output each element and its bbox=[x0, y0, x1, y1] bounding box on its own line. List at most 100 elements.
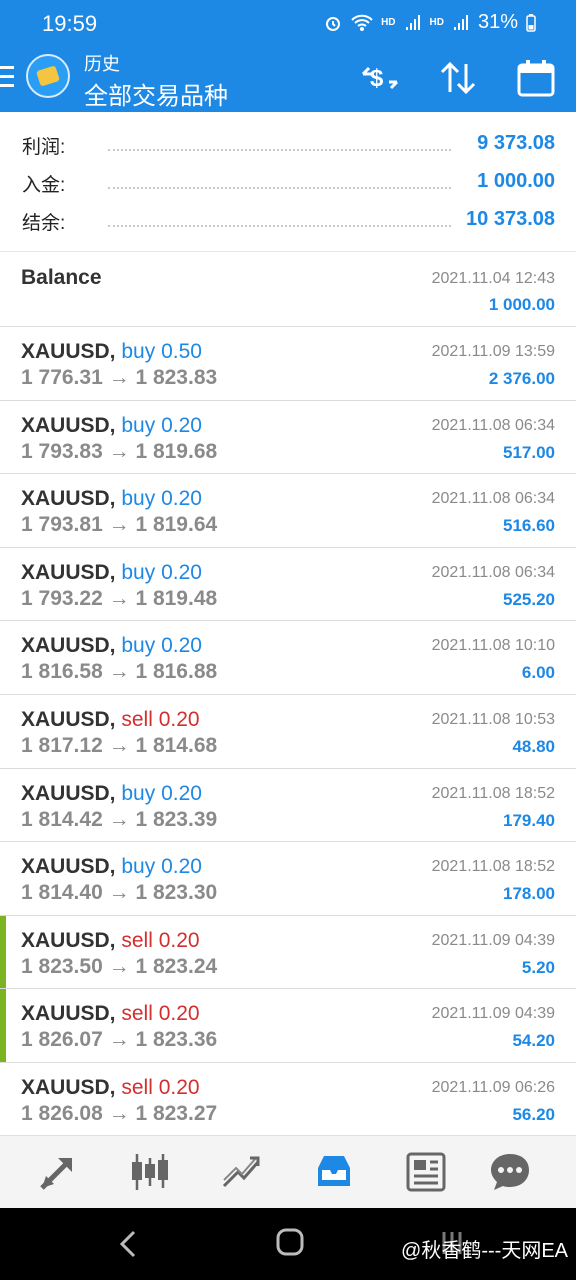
deal-prices: 1 793.81 → 1 819.64 bbox=[21, 513, 217, 537]
deal-symbol: XAUUSD, bbox=[21, 560, 116, 584]
home-icon[interactable] bbox=[274, 1226, 306, 1258]
signal-icon-1 bbox=[405, 14, 420, 30]
deal-symbol-line: XAUUSD, sell 0.20 bbox=[21, 708, 200, 732]
deal-volume: 0.20 bbox=[161, 413, 202, 437]
history-list: Balance 2021.11.04 12:43 1 000.00 XAUUSD… bbox=[0, 252, 576, 1137]
app-bar: 历史 全部交易品种 $ bbox=[0, 48, 576, 112]
deal-close-price: 1 823.39 bbox=[135, 807, 218, 831]
deal-prices: 1 814.42 → 1 823.39 bbox=[21, 808, 217, 832]
deal-type: sell bbox=[121, 1075, 153, 1099]
deal-close-price: 1 816.88 bbox=[135, 660, 218, 684]
deal-date: 2021.11.08 06:34 bbox=[431, 490, 555, 508]
deal-row[interactable]: XAUUSD, buy 0.20 1 816.58 → 1 816.88 2021.… bbox=[0, 621, 576, 695]
deal-close-price: 1 823.30 bbox=[135, 881, 218, 905]
row-accent-marker bbox=[0, 989, 6, 1062]
deal-date: 2021.11.09 04:39 bbox=[431, 1005, 555, 1023]
deal-prices: 1 793.22 → 1 819.48 bbox=[21, 587, 217, 611]
history-icon[interactable] bbox=[312, 1150, 356, 1194]
deal-row[interactable]: XAUUSD, buy 0.20 1 793.81 → 1 819.64 2021.… bbox=[0, 474, 576, 548]
sort-icon[interactable] bbox=[436, 56, 480, 100]
page-title[interactable]: 全部交易品种 bbox=[84, 76, 228, 111]
page-subtitle: 历史 bbox=[84, 54, 120, 74]
deal-profit: 48.80 bbox=[512, 736, 555, 756]
deal-date: 2021.11.08 10:53 bbox=[431, 710, 555, 728]
arrow-icon: → bbox=[108, 733, 130, 757]
deal-open-price: 1 823.50 bbox=[21, 954, 103, 978]
deal-profit: 516.60 bbox=[503, 516, 555, 536]
deal-row[interactable]: XAUUSD, sell 0.20 1 823.50 → 1 823.24 2021… bbox=[0, 915, 576, 990]
deal-date: 2021.11.08 18:52 bbox=[431, 858, 555, 876]
deal-row[interactable]: XAUUSD, buy 0.20 1 814.40 → 1 823.30 2021.… bbox=[0, 842, 576, 916]
deal-close-price: 1 819.68 bbox=[135, 439, 218, 463]
deal-volume: 0.20 bbox=[161, 781, 202, 805]
deal-prices: 1 823.50 → 1 823.24 bbox=[21, 955, 217, 979]
deal-volume: 0.20 bbox=[158, 928, 200, 952]
deal-row[interactable]: XAUUSD, buy 0.20 1 793.22 → 1 819.48 2021.… bbox=[0, 548, 576, 622]
deal-prices: 1 793.83 → 1 819.68 bbox=[21, 440, 217, 464]
battery-icon bbox=[526, 13, 536, 32]
deal-volume: 0.20 bbox=[158, 1002, 200, 1026]
deal-type: sell bbox=[121, 928, 153, 952]
deal-symbol: XAUUSD, bbox=[21, 1075, 116, 1099]
wifi-icon bbox=[351, 14, 373, 31]
deal-symbol-line: XAUUSD, buy 0.20 bbox=[21, 561, 202, 585]
deal-prices: 1 814.40 → 1 823.30 bbox=[21, 881, 217, 905]
balance-amount: 1 000.00 bbox=[488, 295, 555, 314]
deal-symbol: XAUUSD, bbox=[21, 413, 116, 437]
back-icon[interactable] bbox=[116, 1228, 140, 1260]
deal-type: buy bbox=[121, 781, 156, 805]
arrow-icon: → bbox=[108, 807, 130, 831]
deal-row[interactable]: XAUUSD, sell 0.20 1 826.08 → 1 823.27 2021… bbox=[0, 1063, 576, 1137]
deal-symbol: XAUUSD, bbox=[21, 707, 116, 731]
trade-arrow-icon[interactable] bbox=[36, 1150, 80, 1194]
hd-badge-1: HD bbox=[381, 17, 396, 28]
deal-symbol: XAUUSD, bbox=[21, 928, 116, 952]
deal-profit: 56.20 bbox=[512, 1104, 555, 1124]
arrow-icon: → bbox=[108, 586, 130, 610]
deal-symbol: XAUUSD, bbox=[21, 855, 116, 879]
deal-open-price: 1 793.81 bbox=[21, 513, 103, 537]
deal-close-price: 1 814.68 bbox=[135, 733, 218, 757]
deal-profit: 517.00 bbox=[503, 442, 555, 462]
deal-row[interactable]: XAUUSD, buy 0.20 1 793.83 → 1 819.68 2021.… bbox=[0, 401, 576, 475]
deal-date: 2021.11.09 04:39 bbox=[431, 931, 555, 949]
deal-date: 2021.11.08 06:34 bbox=[431, 416, 555, 434]
balance-row[interactable]: Balance 2021.11.04 12:43 1 000.00 bbox=[0, 252, 576, 327]
summary-value: 9 373.08 bbox=[477, 132, 555, 154]
summary-value: 1 000.00 bbox=[477, 170, 555, 192]
deal-row[interactable]: XAUUSD, buy 0.20 1 814.42 → 1 823.39 2021.… bbox=[0, 769, 576, 843]
chat-icon[interactable] bbox=[488, 1150, 532, 1194]
chart-icon[interactable] bbox=[220, 1150, 264, 1194]
deal-row[interactable]: XAUUSD, sell 0.20 1 826.07 → 1 823.36 2021… bbox=[0, 989, 576, 1063]
deal-open-price: 1 776.31 bbox=[21, 366, 103, 389]
deal-open-price: 1 793.22 bbox=[21, 586, 103, 610]
arrow-icon: → bbox=[108, 439, 130, 463]
deal-type: sell bbox=[121, 707, 153, 731]
arrow-icon: → bbox=[108, 954, 130, 978]
arrow-icon: → bbox=[108, 881, 130, 905]
deal-symbol-line: XAUUSD, sell 0.20 bbox=[21, 929, 200, 953]
deal-open-price: 1 793.83 bbox=[21, 439, 103, 463]
deal-open-price: 1 826.07 bbox=[21, 1028, 103, 1052]
summary-profit-row: 利润: 9 373.08 bbox=[0, 126, 576, 164]
deal-symbol-line: XAUUSD, buy 0.20 bbox=[21, 855, 202, 879]
deal-close-price: 1 819.48 bbox=[135, 586, 218, 610]
summary-label: 利润: bbox=[22, 137, 66, 158]
deal-row[interactable]: XAUUSD, buy 0.50 1 776.31 → 1 823.83 2021.… bbox=[0, 327, 576, 401]
deal-open-price: 1 826.08 bbox=[21, 1101, 103, 1125]
currency-exchange-icon[interactable]: $ bbox=[358, 56, 402, 100]
deal-row[interactable]: XAUUSD, sell 0.20 1 817.12 → 1 814.68 2021… bbox=[0, 695, 576, 769]
app-logo bbox=[26, 54, 70, 98]
calendar-icon[interactable] bbox=[514, 56, 558, 100]
deal-prices: 1 826.07 → 1 823.36 bbox=[21, 1028, 217, 1052]
menu-icon[interactable] bbox=[0, 66, 14, 88]
news-icon[interactable] bbox=[404, 1150, 448, 1194]
deal-symbol: XAUUSD, bbox=[21, 487, 116, 511]
watermark: @秋香鹤---天网EA bbox=[401, 1240, 568, 1262]
deal-volume: 0.20 bbox=[161, 487, 202, 511]
quotes-candles-icon[interactable] bbox=[128, 1150, 172, 1194]
deal-volume: 0.20 bbox=[158, 1075, 200, 1099]
deal-prices: 1 817.12 → 1 814.68 bbox=[21, 734, 217, 758]
deal-profit: 54.20 bbox=[512, 1031, 555, 1051]
bottom-navigation bbox=[0, 1135, 576, 1208]
